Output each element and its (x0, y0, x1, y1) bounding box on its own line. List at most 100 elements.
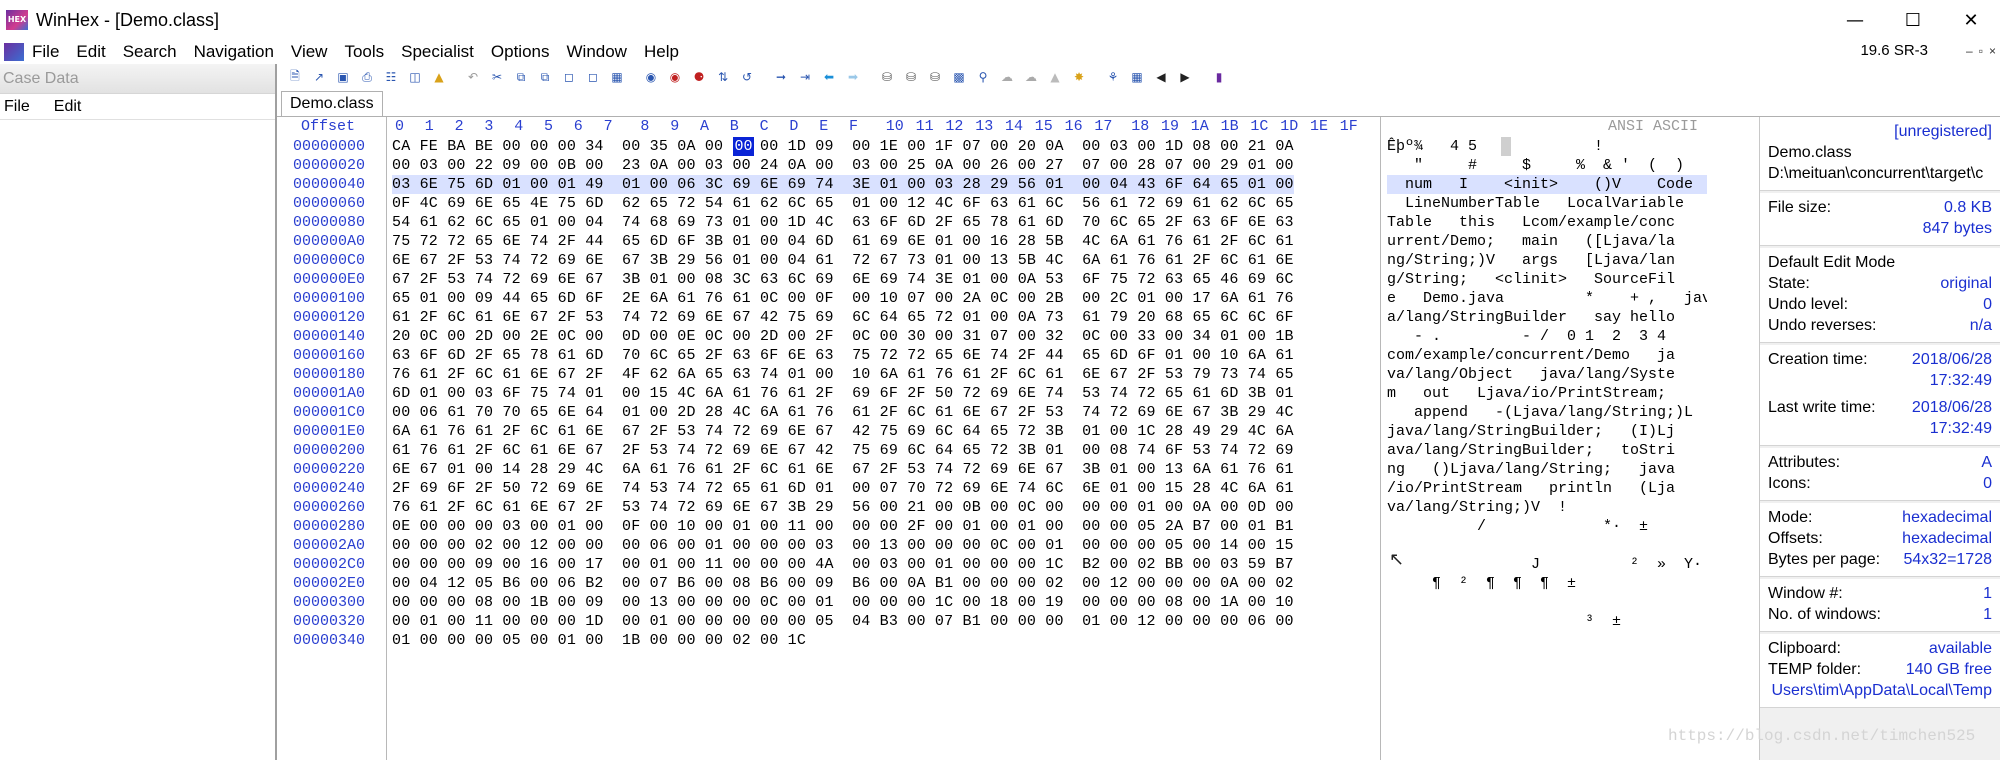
ascii-row[interactable]: ng ()Ljava/lang/String; java (1387, 460, 1707, 479)
open-file-icon[interactable]: ↗ (310, 69, 328, 85)
hex-row[interactable]: 61 2F 6C 61 6E 67 2F 53 74 72 69 6E 67 4… (392, 308, 1294, 327)
file-manager-icon[interactable]: ⚘ (1104, 69, 1122, 85)
menu-options[interactable]: Options (491, 42, 550, 62)
cut-icon[interactable]: ✂ (488, 69, 506, 85)
hex-row[interactable]: 6D 01 00 03 6F 75 74 01 00 15 4C 6A 61 7… (392, 384, 1294, 403)
hex-row[interactable]: 76 61 2F 6C 61 6E 67 2F 53 74 72 69 6E 6… (392, 498, 1294, 517)
close-button[interactable]: ✕ (1942, 0, 2000, 40)
export-icon[interactable]: ▲ (430, 69, 448, 85)
menu-tools[interactable]: Tools (344, 42, 384, 62)
print-icon[interactable]: ⎙ (358, 69, 376, 85)
ascii-row[interactable] (1387, 631, 1707, 650)
ascii-row[interactable]: num I <init> ()V Code (1387, 175, 1707, 194)
hex-row[interactable]: 76 61 2F 6C 61 6E 67 2F 4F 62 6A 65 63 7… (392, 365, 1294, 384)
back-icon[interactable]: ⬅ (820, 69, 838, 85)
ascii-row[interactable]: e Demo.java * + , jav (1387, 289, 1707, 308)
menu-window[interactable]: Window (567, 42, 627, 62)
hex-editor[interactable]: Offset 0 1 2 3 4 5 6 7 8 9 A B C D E F 10 11 12 13 14 15 16 17 1… (279, 117, 1759, 760)
hex-row[interactable]: 00 00 00 02 00 12 00 00 00 06 00 01 00 0… (392, 536, 1294, 555)
hex-row[interactable]: 61 76 61 2F 6C 61 6E 67 2F 53 74 72 69 6… (392, 441, 1294, 460)
menu-navigation[interactable]: Navigation (194, 42, 274, 62)
ascii-row[interactable]: /io/PrintStream println (Lja (1387, 479, 1707, 498)
ascii-row[interactable]: va/lang/String;)V ! (1387, 498, 1707, 517)
hex-row[interactable]: 01 00 00 00 05 00 01 00 1B 00 00 00 02 0… (392, 631, 1294, 650)
open-disk-icon[interactable]: ◫ (406, 69, 424, 85)
hex-row[interactable]: 00 00 00 08 00 1B 00 09 00 13 00 00 00 0… (392, 593, 1294, 612)
ascii-row[interactable]: com/example/concurrent/Demo ja (1387, 346, 1707, 365)
find-again-icon[interactable]: ↺ (738, 69, 756, 85)
copy-block-icon[interactable]: ⧉ (536, 69, 554, 85)
hex-row[interactable]: 03 6E 75 6D 01 00 01 49 01 00 06 3C 69 6… (392, 175, 1294, 194)
copy-icon[interactable]: ⧉ (512, 69, 530, 85)
ascii-row[interactable]: J ² » Y· (1387, 555, 1707, 574)
ascii-row[interactable]: - . - / 0 1 2 3 4 (1387, 327, 1707, 346)
ascii-row[interactable]: a/lang/StringBuilder say hello (1387, 308, 1707, 327)
hex-row[interactable]: 00 01 00 11 00 00 00 1D 00 01 00 00 00 0… (392, 612, 1294, 631)
find-hex-icon[interactable]: ◉ (666, 69, 684, 85)
previous-icon[interactable]: ◀ (1152, 69, 1170, 85)
menu-specialist[interactable]: Specialist (401, 42, 474, 62)
replace-text-icon[interactable]: ⚈ (690, 69, 708, 85)
tab-demo-class[interactable]: Demo.class (281, 91, 383, 117)
menu-file[interactable]: File (32, 42, 59, 62)
paste-write-icon[interactable]: ◻ (584, 69, 602, 85)
hex-row[interactable]: CA FE BA BE 00 00 00 34 00 35 0A 00 0C 0… (392, 137, 1294, 156)
search-icon[interactable]: ⚲ (974, 69, 992, 85)
new-file-icon[interactable]: 🗎 (286, 69, 304, 85)
ascii-row[interactable]: m out Ljava/io/PrintStream; (1387, 384, 1707, 403)
hex-row[interactable]: 75 72 72 65 6E 74 2F 44 65 6D 6F 3B 01 0… (392, 232, 1294, 251)
menu-search[interactable]: Search (123, 42, 177, 62)
undo-icon[interactable]: ↶ (464, 69, 482, 85)
ascii-row[interactable]: Êþº¾ 4 5 ! (1387, 137, 1707, 156)
hex-row[interactable]: 0E 00 00 00 03 00 01 00 0F 00 10 00 01 0… (392, 517, 1294, 536)
gallery-icon[interactable]: ▲ (1046, 69, 1064, 85)
open-ram-icon[interactable]: ⛁ (878, 69, 896, 85)
specialist-icon[interactable]: ✸ (1070, 69, 1088, 85)
goto-offset-icon[interactable]: ➞ (772, 69, 790, 85)
menu-help[interactable]: Help (644, 42, 679, 62)
ascii-row[interactable]: ng/String;)V args [Ljava/lan (1387, 251, 1707, 270)
ascii-row[interactable]: / *· ± (1387, 517, 1707, 536)
save-icon[interactable]: ▣ (334, 69, 352, 85)
properties-icon[interactable]: ☷ (382, 69, 400, 85)
hash-icon[interactable]: ⛁ (926, 69, 944, 85)
ascii-row[interactable]: g/String; <clinit> SourceFil (1387, 270, 1707, 289)
ascii-row[interactable]: ³ ± (1387, 612, 1707, 631)
ascii-row[interactable]: urrent/Demo; main ([Ljava/la (1387, 232, 1707, 251)
ascii-row[interactable]: append -(Ljava/lang/String;)L (1387, 403, 1707, 422)
document-system-menu-icon[interactable] (4, 43, 24, 61)
hex-row[interactable]: 6E 67 01 00 14 28 29 4C 6A 61 76 61 2F 6… (392, 460, 1294, 479)
hex-row[interactable]: 6E 67 2F 53 74 72 69 6E 67 3B 29 56 01 0… (392, 251, 1294, 270)
hex-row[interactable]: 54 61 62 6C 65 01 00 04 74 68 69 73 01 0… (392, 213, 1294, 232)
mdi-close-button[interactable]: × (1989, 44, 1996, 58)
hex-row[interactable]: 6A 61 76 61 2F 6C 61 6E 67 2F 53 74 72 6… (392, 422, 1294, 441)
hex-row[interactable]: 20 0C 00 2D 00 2E 0C 00 0D 00 0E 0C 00 2… (392, 327, 1294, 346)
mdi-restore-button[interactable]: ▫ (1979, 44, 1983, 58)
ascii-row[interactable]: " # $ % & ' ( ) (1387, 156, 1707, 175)
forward-icon[interactable]: ➡ (844, 69, 862, 85)
ascii-row[interactable]: Table this Lcom/example/conc (1387, 213, 1707, 232)
ascii-row[interactable] (1387, 536, 1707, 555)
ascii-row[interactable]: ava/lang/StringBuilder; toStri (1387, 441, 1707, 460)
menu-edit[interactable]: Edit (76, 42, 105, 62)
hex-row[interactable]: 65 01 00 09 44 65 6D 6F 2E 6A 61 76 61 0… (392, 289, 1294, 308)
hex-bytes[interactable]: CA FE BA BE 00 00 00 34 00 35 0A 00 0C 0… (392, 137, 1294, 650)
disk-tools-icon[interactable]: ☁ (998, 69, 1016, 85)
hex-row[interactable]: 2F 69 6F 2F 50 72 69 6E 74 53 74 72 65 6… (392, 479, 1294, 498)
case-menu-edit[interactable]: Edit (54, 98, 82, 116)
ascii-row[interactable]: ¶ ² ¶ ¶ ¶ ± (1387, 574, 1707, 593)
menu-view[interactable]: View (291, 42, 328, 62)
replace-hex-icon[interactable]: ⇅ (714, 69, 732, 85)
hex-row[interactable]: 67 2F 53 74 72 69 6E 67 3B 01 00 08 3C 6… (392, 270, 1294, 289)
ascii-row[interactable] (1387, 593, 1707, 612)
find-text-icon[interactable]: ◉ (642, 69, 660, 85)
hex-row[interactable]: 00 00 00 09 00 16 00 17 00 01 00 11 00 0… (392, 555, 1294, 574)
ascii-column[interactable]: Êþº¾ 4 5 ! " # $ % & ' ( ) num I <init> … (1387, 137, 1727, 650)
case-icon[interactable]: ▦ (1128, 69, 1146, 85)
next-icon[interactable]: ▶ (1176, 69, 1194, 85)
ascii-row[interactable]: va/lang/Object java/lang/Syste (1387, 365, 1707, 384)
case-menu-file[interactable]: File (4, 98, 30, 116)
mdi-minimize-button[interactable]: – (1966, 44, 1973, 58)
ascii-row[interactable]: LineNumberTable LocalVariable (1387, 194, 1707, 213)
hex-row[interactable]: 00 06 61 70 70 65 6E 64 01 00 2D 28 4C 6… (392, 403, 1294, 422)
